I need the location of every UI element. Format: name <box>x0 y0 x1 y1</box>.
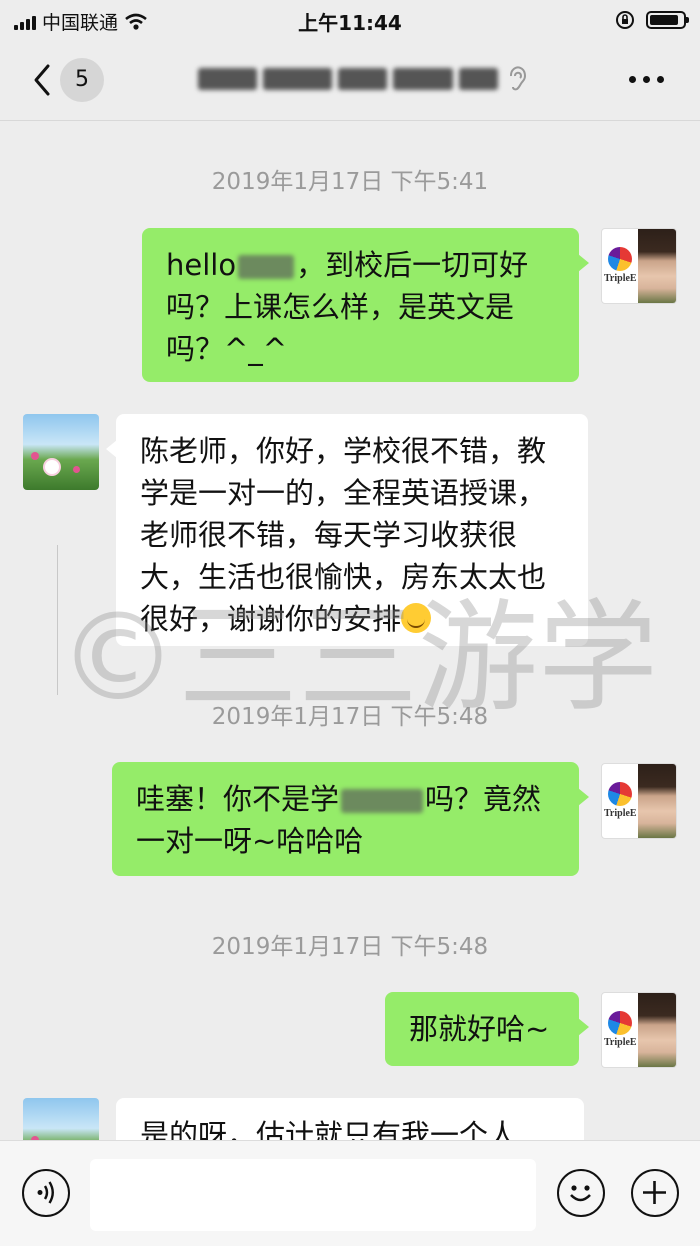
rotation-lock-icon <box>616 11 634 29</box>
smile-emoji-icon <box>401 603 432 633</box>
more-icon[interactable] <box>629 76 664 83</box>
voice-icon[interactable] <box>22 1169 70 1217</box>
contact-avatar[interactable] <box>23 414 99 490</box>
divider-line <box>57 545 58 695</box>
ear-icon <box>509 66 526 91</box>
blurred-name <box>238 255 295 279</box>
unread-count-badge[interactable]: 5 <box>60 58 104 102</box>
plus-icon[interactable] <box>631 1169 679 1217</box>
timestamp: 2019年1月17日 下午5:41 <box>211 169 489 195</box>
timestamp: 2019年1月17日 下午5:48 <box>211 704 489 730</box>
timestamp: 2019年1月17日 下午5:48 <box>211 934 489 960</box>
sent-message[interactable]: 那就好哈~ <box>385 992 589 1066</box>
input-bar <box>0 1140 700 1246</box>
chat-title-blurred <box>198 62 498 96</box>
status-right <box>614 9 689 31</box>
status-bar: 中国联通 上午11:44 <box>0 0 700 40</box>
my-avatar[interactable]: TripleE <box>601 228 677 304</box>
sent-message[interactable]: hello ，到校后一切可好吗？上课怎么样，是英文是吗？^_^ <box>142 228 589 382</box>
my-avatar[interactable]: TripleE <box>601 992 677 1068</box>
battery-icon <box>646 11 689 29</box>
emoji-icon[interactable] <box>557 1169 605 1217</box>
blurred-word <box>341 789 424 813</box>
my-avatar[interactable]: TripleE <box>601 763 677 839</box>
message-input[interactable] <box>90 1159 536 1231</box>
status-time: 上午11:44 <box>298 11 402 35</box>
sent-message[interactable]: 哇塞！你不是学 吗？竟然一对一呀~哈哈哈 <box>112 762 589 876</box>
received-message[interactable]: 陈老师，你好，学校很不错，教学是一对一的，全程英语授课，老师很不错，每天学习收获… <box>106 414 588 646</box>
chat-header: 5 <box>0 40 700 121</box>
